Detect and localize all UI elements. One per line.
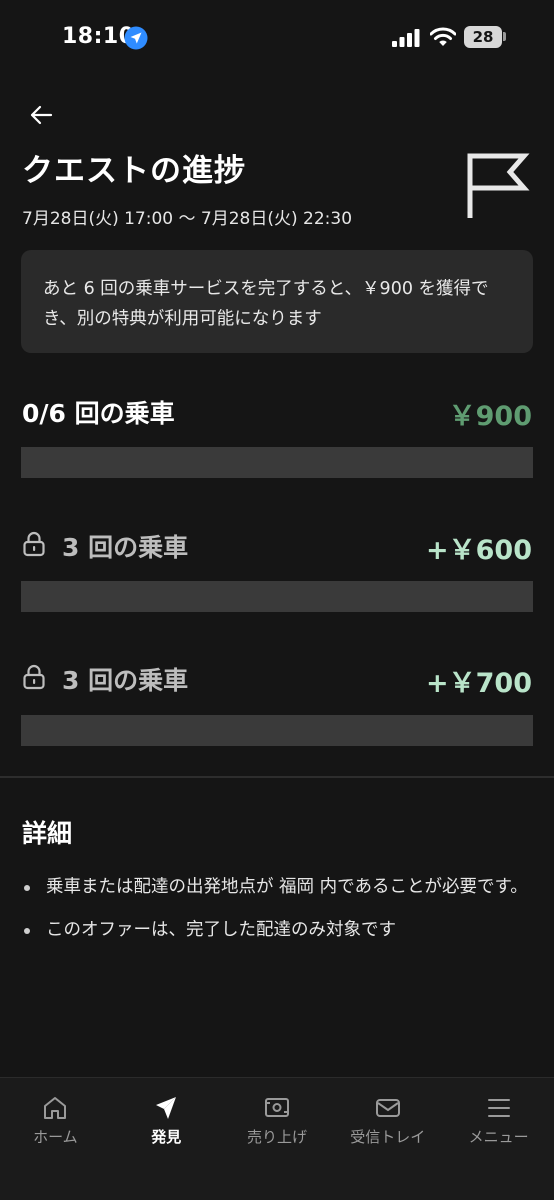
bullet-dot bbox=[24, 885, 30, 891]
nav-label: ホーム bbox=[33, 1128, 78, 1146]
home-icon bbox=[44, 1097, 67, 1119]
details-item-text: このオファーは、完了した配達のみ対象です bbox=[46, 920, 396, 940]
nav-item-discover[interactable]: 発見 bbox=[111, 1078, 222, 1200]
section-divider bbox=[0, 776, 554, 778]
menu-icon bbox=[487, 1099, 510, 1117]
battery-indicator: 28 bbox=[464, 26, 502, 48]
details-list: 乗車または配達の出発地点が 福岡 内であることが必要です。 このオファーは、完了… bbox=[22, 872, 532, 958]
page-title: クエストの進捗 bbox=[22, 153, 246, 189]
cellular-signal-icon bbox=[392, 29, 420, 47]
quest-info-card: あと 6 回の乗車サービスを完了すると、￥900 を獲得でき、別の特典が利用可能… bbox=[21, 250, 533, 353]
list-item: 乗車または配達の出発地点が 福岡 内であることが必要です。 bbox=[22, 872, 532, 903]
discover-icon bbox=[156, 1097, 177, 1119]
details-title: 詳細 bbox=[22, 819, 73, 848]
inbox-icon bbox=[375, 1099, 400, 1117]
tier-1-progress-bar bbox=[21, 581, 533, 612]
nav-label: 売り上げ bbox=[246, 1128, 307, 1146]
tier-2-label: 3 回の乗車 bbox=[62, 666, 189, 695]
nav-label: メニュー bbox=[468, 1128, 529, 1146]
status-bar: 18:10 28 bbox=[0, 0, 554, 76]
earnings-icon bbox=[264, 1098, 289, 1117]
nav-item-earnings[interactable]: 売り上げ bbox=[222, 1078, 333, 1200]
details-item-text: 乗車または配達の出発地点が 福岡 内であることが必要です。 bbox=[46, 877, 528, 897]
list-item: このオファーは、完了した配達のみ対象です bbox=[22, 915, 532, 946]
main-progress-bar bbox=[21, 447, 533, 478]
quest-info-text: あと 6 回の乗車サービスを完了すると、￥900 を獲得でき、別の特典が利用可能… bbox=[43, 279, 489, 329]
wifi-icon bbox=[430, 27, 456, 46]
back-arrow-icon bbox=[30, 105, 53, 125]
quest-progress-screen: 18:10 28 クエストの進捗 7月28日(火) 17:00 〜 7月28日(… bbox=[0, 0, 554, 1200]
date-range: 7月28日(火) 17:00 〜 7月28日(火) 22:30 bbox=[22, 209, 353, 229]
lock-icon bbox=[23, 664, 45, 690]
back-button[interactable] bbox=[26, 100, 56, 130]
tier-2-progress-bar bbox=[21, 715, 533, 746]
nav-item-inbox[interactable]: 受信トレイ bbox=[332, 1078, 443, 1200]
tier-2-amount: +￥700 bbox=[426, 668, 532, 699]
tier-1-label: 3 回の乗車 bbox=[62, 533, 189, 562]
nav-item-menu[interactable]: メニュー bbox=[443, 1078, 554, 1200]
nav-label: 発見 bbox=[151, 1128, 182, 1146]
main-progress-amount: ￥900 bbox=[448, 401, 532, 432]
flag-icon bbox=[467, 153, 530, 218]
bottom-nav: ホーム 発見 売り上げ 受信トレイ メニュー bbox=[0, 1077, 554, 1200]
nav-label: 受信トレイ bbox=[350, 1128, 426, 1146]
main-progress-label: 0/6 回の乗車 bbox=[22, 399, 175, 428]
tier-1-amount: +￥600 bbox=[426, 535, 532, 566]
location-arrow-icon bbox=[124, 26, 148, 50]
lock-icon bbox=[23, 531, 45, 557]
battery-cap bbox=[503, 32, 506, 41]
bullet-dot bbox=[24, 928, 30, 934]
nav-item-home[interactable]: ホーム bbox=[0, 1078, 111, 1200]
